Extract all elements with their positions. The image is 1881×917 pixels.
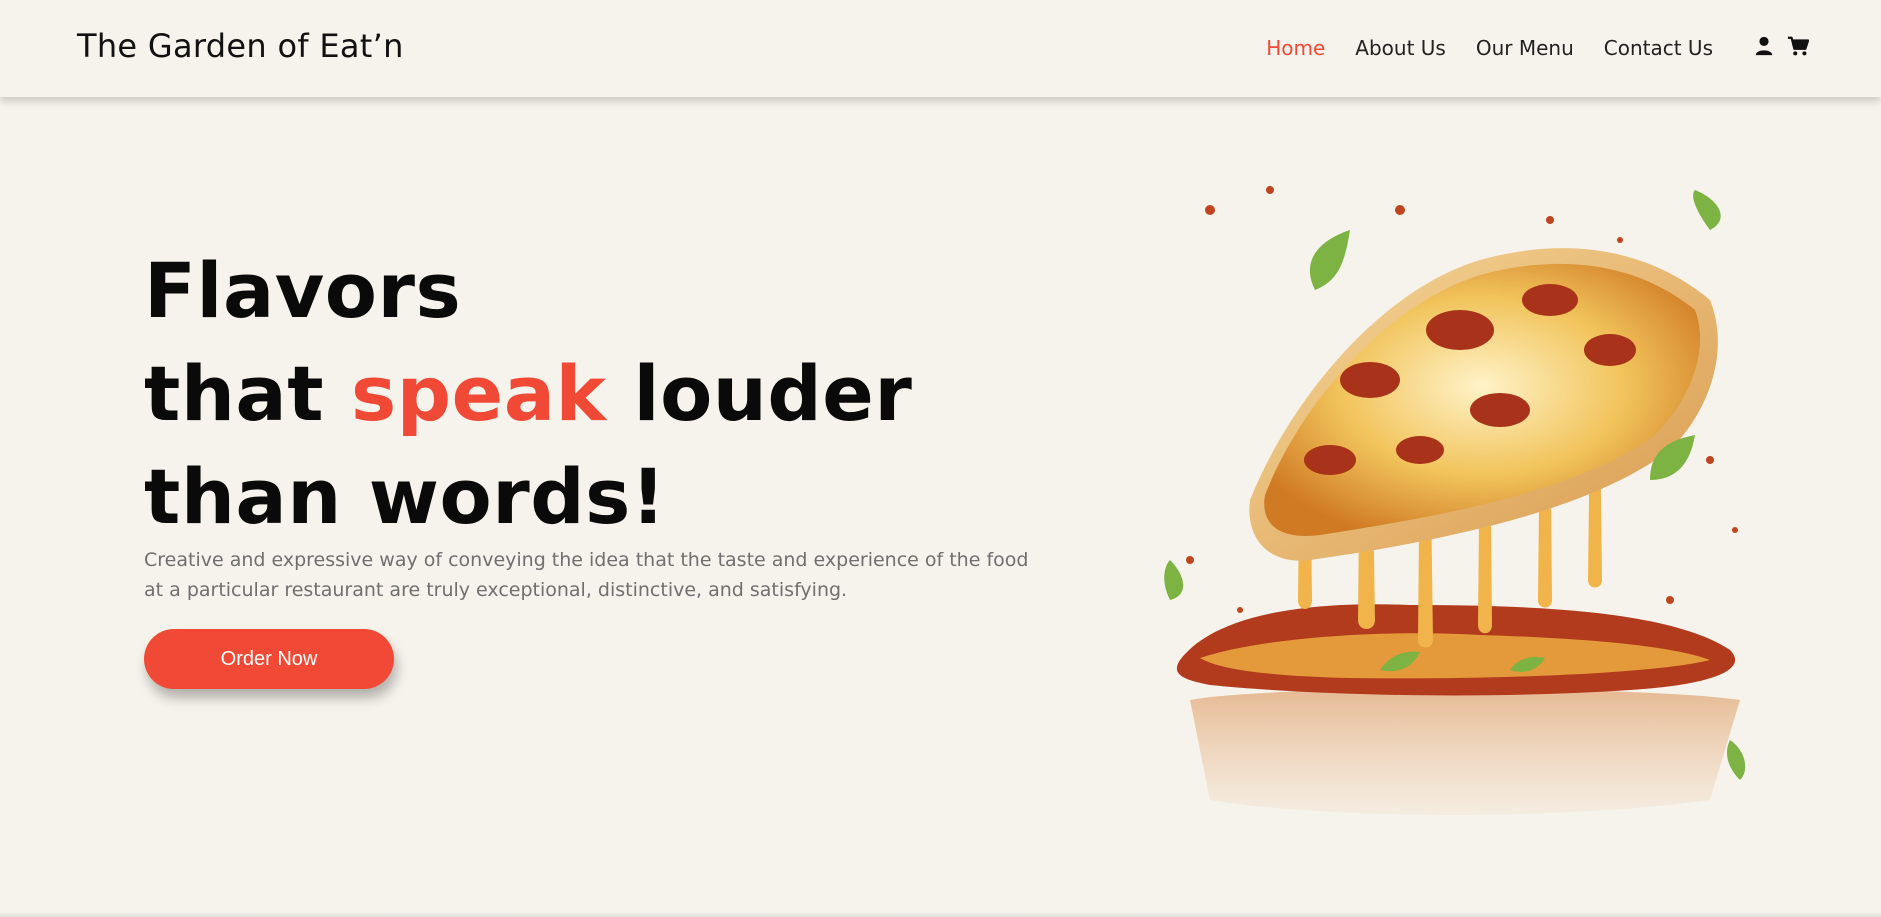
nav-icon-group	[1753, 35, 1809, 57]
hero-heading-line2-start: that	[144, 349, 325, 438]
hero-heading-accent-word: speak	[351, 349, 607, 438]
hero-heading-line3: than words!	[144, 452, 666, 541]
order-now-button[interactable]: Order Now	[144, 629, 394, 689]
hero-heading: Flavors that speak louder than words!	[144, 239, 912, 548]
user-icon[interactable]	[1753, 35, 1775, 57]
pizza-slice-illustration	[1164, 186, 1746, 815]
hero-description: Creative and expressive way of conveying…	[144, 549, 1029, 601]
hero-heading-line2-end: louder	[633, 349, 913, 438]
nav-home-link[interactable]: Home	[1266, 36, 1325, 60]
page-bottom-divider	[0, 913, 1881, 917]
nav-menu-link[interactable]: Our Menu	[1476, 36, 1574, 60]
nav-contact-link[interactable]: Contact Us	[1604, 36, 1713, 60]
top-navbar: The Garden of Eat’n Home About Us Our Me…	[0, 0, 1881, 97]
brand-logo-text[interactable]: The Garden of Eat’n	[77, 27, 404, 65]
main-nav: Home About Us Our Menu Contact Us	[1266, 36, 1713, 60]
nav-about-link[interactable]: About Us	[1355, 36, 1446, 60]
pizza-hero-image	[1150, 180, 1780, 820]
cart-icon[interactable]	[1787, 35, 1809, 57]
hero-heading-line1: Flavors	[144, 246, 462, 335]
